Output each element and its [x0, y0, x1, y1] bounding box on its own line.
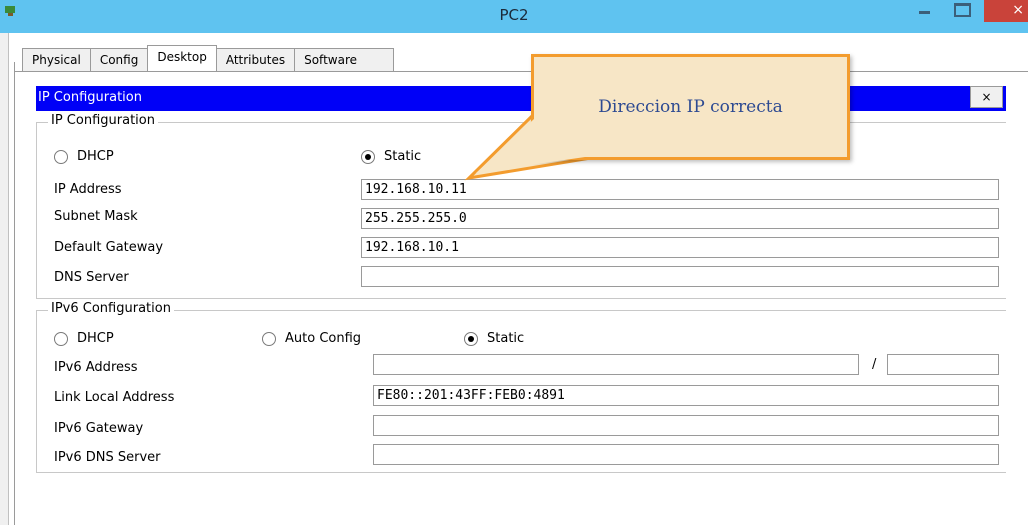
ip-address-field[interactable]: 192.168.10.11 [361, 179, 999, 200]
tab-desktop[interactable]: Desktop [147, 45, 217, 71]
tab-software[interactable]: Software [294, 48, 395, 71]
ipv6-dns-server-label: IPv6 DNS Server [54, 450, 161, 465]
window-titlebar: PC2 × [0, 0, 1028, 33]
ipv6-auto-config-radio[interactable]: Auto Config [262, 331, 361, 346]
ipv4-static-radio[interactable]: Static [361, 149, 421, 164]
window-title: PC2 [499, 6, 529, 24]
ipv4-group-title: IP Configuration [48, 113, 158, 128]
dns-server-label: DNS Server [54, 270, 129, 285]
ipv6-group-bottom-border [36, 472, 1006, 473]
prefix-separator: / [872, 357, 877, 372]
ipv6-gateway-field[interactable] [373, 415, 999, 436]
ipv6-group-left-border [36, 310, 37, 472]
subnet-mask-field[interactable]: 255.255.255.0 [361, 208, 999, 229]
ipv6-auto-config-label: Auto Config [285, 331, 362, 346]
radio-unchecked-icon [262, 331, 276, 346]
radio-checked-icon [361, 149, 375, 164]
ipv4-dhcp-label: DHCP [77, 149, 114, 164]
default-gateway-label: Default Gateway [54, 240, 164, 255]
dialog-title: IP Configuration [38, 90, 142, 105]
window-close-button[interactable]: × [984, 0, 1028, 22]
ipv6-static-radio[interactable]: Static [464, 331, 524, 346]
callout-text: Direccion IP correcta [598, 97, 783, 117]
radio-checked-icon [464, 331, 478, 346]
tab-bar: Physical Config Desktop Attributes Softw… [22, 45, 395, 72]
ipv4-static-label: Static [384, 149, 422, 164]
ip-address-label: IP Address [54, 182, 122, 197]
ipv4-group-left-border [36, 122, 37, 298]
dialog-titlebar: IP Configuration [36, 86, 1006, 111]
subnet-mask-label: Subnet Mask [54, 209, 138, 224]
maximize-button[interactable] [948, 0, 974, 22]
ipv6-prefix-field[interactable] [887, 354, 999, 375]
tab-attributes[interactable]: Attributes [215, 48, 296, 71]
ipv6-dhcp-radio[interactable]: DHCP [54, 331, 114, 346]
ipv6-address-field[interactable] [373, 354, 859, 375]
ipv6-group-title: IPv6 Configuration [48, 301, 174, 316]
ipv6-group-top-border [36, 310, 1006, 311]
content-border [14, 62, 15, 525]
radio-unchecked-icon [54, 149, 68, 164]
window-left-border [0, 33, 9, 525]
dns-server-field[interactable] [361, 266, 999, 287]
minimize-button[interactable] [913, 0, 937, 22]
ipv6-gateway-label: IPv6 Gateway [54, 421, 144, 436]
ipv4-group-top-border [36, 122, 1006, 123]
radio-unchecked-icon [54, 331, 68, 346]
ipv6-address-label: IPv6 Address [54, 360, 138, 375]
callout-box: Direccion IP correcta [531, 54, 850, 160]
ipv4-group-bottom-border [36, 298, 1006, 299]
tab-physical[interactable]: Physical [22, 48, 91, 71]
dialog-close-button[interactable]: × [970, 86, 1003, 108]
default-gateway-field[interactable]: 192.168.10.1 [361, 237, 999, 258]
ipv6-static-label: Static [487, 331, 525, 346]
link-local-address-label: Link Local Address [54, 390, 175, 405]
ipv6-dns-server-field[interactable] [373, 444, 999, 465]
tab-config[interactable]: Config [89, 48, 149, 71]
ipv6-dhcp-label: DHCP [77, 331, 114, 346]
ipv4-dhcp-radio[interactable]: DHCP [54, 149, 114, 164]
link-local-address-field[interactable]: FE80::201:43FF:FEB0:4891 [373, 385, 999, 406]
